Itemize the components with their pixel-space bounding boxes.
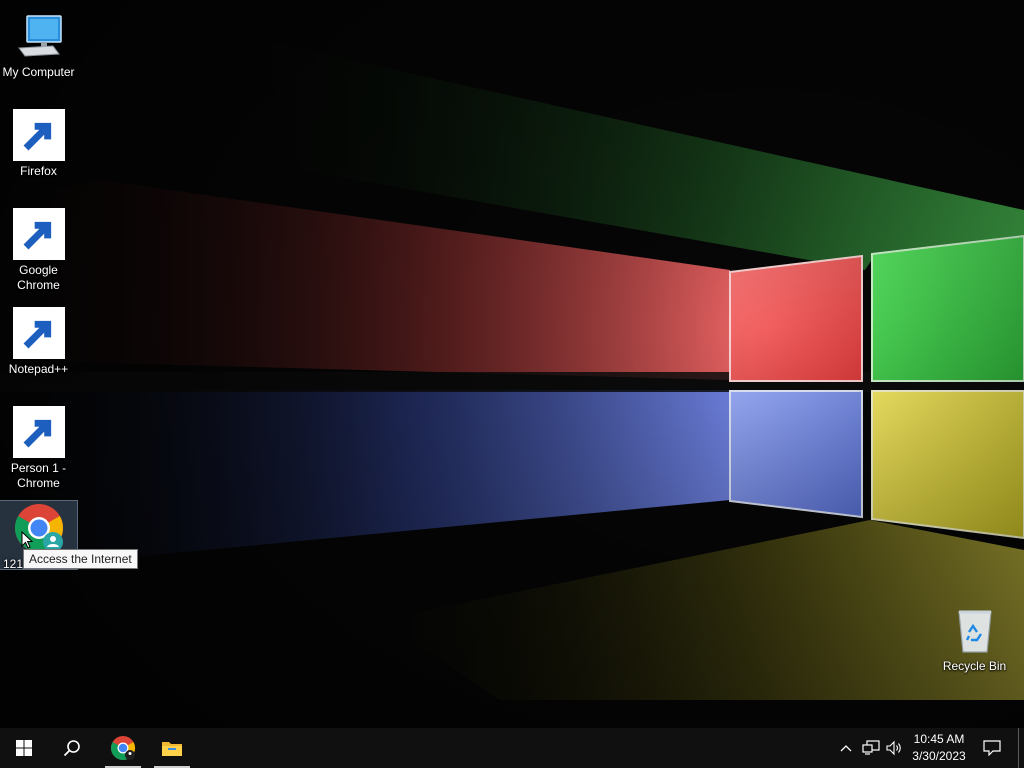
desktop-icon-notepad-plus-plus[interactable]: Notepad++ xyxy=(0,301,77,377)
chrome-icon xyxy=(110,736,136,761)
volume-button[interactable] xyxy=(884,728,904,768)
recycle-bin-icon xyxy=(949,604,1001,656)
search-button[interactable] xyxy=(48,728,96,768)
computer-icon xyxy=(13,10,65,62)
desktop-icon-my-computer[interactable]: My Computer xyxy=(0,4,77,80)
taskbar-clock[interactable]: 10:45 AM 3/30/2023 xyxy=(906,730,972,767)
shortcut-arrow-icon xyxy=(12,307,65,359)
desktop-icon-label: Firefox xyxy=(20,164,57,178)
desktop-icon-recycle-bin[interactable]: Recycle Bin xyxy=(936,598,1013,674)
clock-date: 3/30/2023 xyxy=(912,749,966,763)
desktop-wallpaper xyxy=(0,0,1024,728)
chevron-up-icon xyxy=(840,745,852,752)
shortcut-arrow-icon xyxy=(12,109,65,161)
windows-logo-icon xyxy=(16,740,32,756)
desktop-icon-label: Recycle Bin xyxy=(942,659,1007,673)
show-hidden-icons-button[interactable] xyxy=(838,728,854,768)
desktop-icon-label: Notepad++ xyxy=(8,362,69,376)
file-explorer-icon xyxy=(162,742,182,756)
desktop-icon-google-chrome[interactable]: Google Chrome xyxy=(0,202,77,293)
desktop-icon-label: My Computer xyxy=(2,65,75,79)
taskbar: 10:45 AM 3/30/2023 xyxy=(0,728,1024,768)
desktop-icon-person-1-chrome[interactable]: Person 1 - Chrome xyxy=(0,400,77,491)
taskbar-file-explorer-button[interactable] xyxy=(152,728,192,768)
shortcut-arrow-icon xyxy=(12,208,65,260)
start-button[interactable] xyxy=(0,728,48,768)
desktop-icon-firefox[interactable]: Firefox xyxy=(0,103,77,179)
notepad-plus-plus-icon xyxy=(12,307,65,359)
firefox-icon xyxy=(12,109,65,161)
clock-time: 10:45 AM xyxy=(913,732,965,746)
icon-tooltip: Access the Internet xyxy=(23,549,138,569)
action-center-button[interactable] xyxy=(978,728,1006,768)
volume-icon xyxy=(886,740,901,756)
search-icon xyxy=(63,740,80,757)
taskbar-chrome-button[interactable] xyxy=(103,728,143,768)
desktop-icon-label: Person 1 - Chrome xyxy=(10,461,67,490)
network-icon xyxy=(862,740,880,755)
notification-icon xyxy=(983,740,1001,756)
show-desktop-button[interactable] xyxy=(1018,728,1024,768)
mouse-cursor-icon xyxy=(21,531,33,549)
shortcut-arrow-icon xyxy=(12,406,65,458)
chrome-icon xyxy=(12,208,65,260)
desktop[interactable]: My Computer Firefox Google Chrome Notepa… xyxy=(0,0,1024,728)
chrome-profile-icon xyxy=(12,406,65,458)
desktop-icon-label: Google Chrome xyxy=(17,263,60,292)
network-button[interactable] xyxy=(860,728,882,768)
